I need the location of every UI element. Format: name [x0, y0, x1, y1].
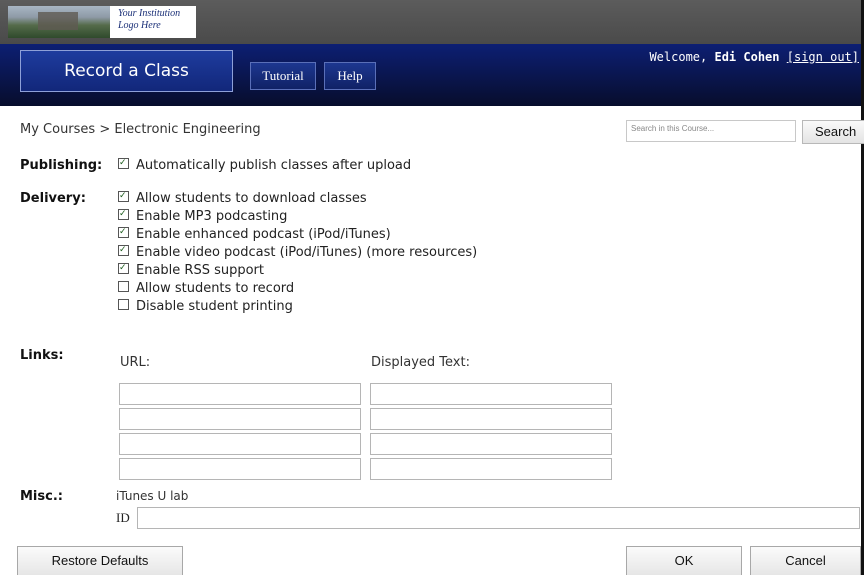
links-label: Links:	[20, 348, 64, 363]
checkbox-disable-printing[interactable]	[118, 299, 129, 310]
itunes-id-input[interactable]	[137, 507, 860, 529]
institution-logo: Your Institution Logo Here	[110, 6, 196, 38]
id-label: ID	[116, 510, 130, 525]
misc-label: Misc.:	[20, 489, 63, 504]
page-title: Record a Class	[20, 50, 233, 92]
checkbox-allow-record[interactable]	[118, 281, 129, 292]
logo-line-2: Logo Here	[118, 20, 161, 31]
link-text-input[interactable]	[370, 408, 612, 430]
checkbox-mp3-podcasting[interactable]	[118, 206, 129, 222]
search-input[interactable]: Search in this Course...	[626, 120, 796, 142]
link-text-input[interactable]	[370, 458, 612, 480]
tab-help[interactable]: Help	[324, 62, 376, 90]
checkbox-enhanced-podcast[interactable]	[118, 224, 129, 240]
checkbox-allow-download[interactable]	[118, 188, 129, 204]
option-label: Enable MP3 podcasting	[136, 209, 288, 224]
publishing-option[interactable]: Automatically publish classes after uplo…	[118, 155, 412, 174]
delivery-option[interactable]: Enable video podcast (iPod/iTunes) (more…	[118, 242, 478, 261]
link-text-input[interactable]	[370, 383, 612, 405]
delivery-option[interactable]: Allow students to record	[118, 281, 294, 297]
restore-defaults-button[interactable]: Restore Defaults	[17, 546, 183, 575]
delivery-option[interactable]: Enable enhanced podcast (iPod/iTunes)	[118, 224, 391, 243]
delivery-option[interactable]: Allow students to download classes	[118, 188, 367, 207]
option-label: Enable enhanced podcast (iPod/iTunes)	[136, 227, 391, 242]
option-label: Enable RSS support	[136, 263, 264, 278]
nav-bar: Record a Class Tutorial Help Welcome, Ed…	[0, 44, 861, 106]
top-band: Your Institution Logo Here	[0, 0, 861, 44]
link-url-input[interactable]	[119, 458, 361, 480]
publishing-label: Publishing:	[20, 158, 103, 173]
delivery-option[interactable]: Enable RSS support	[118, 260, 264, 279]
option-label: Disable student printing	[136, 299, 293, 314]
checkbox-video-podcast[interactable]	[118, 242, 129, 258]
displayed-text-column-header: Displayed Text:	[371, 355, 470, 370]
search-button[interactable]: Search	[802, 120, 864, 144]
delivery-option[interactable]: Disable student printing	[118, 299, 293, 315]
breadcrumb: My Courses > Electronic Engineering	[20, 122, 261, 137]
ok-button[interactable]: OK	[626, 546, 742, 575]
tab-tutorial[interactable]: Tutorial	[250, 62, 316, 90]
option-label: Enable video podcast (iPod/iTunes) (more…	[136, 245, 478, 260]
cancel-button[interactable]: Cancel	[750, 546, 861, 575]
delivery-label: Delivery:	[20, 191, 86, 206]
option-label: Allow students to record	[136, 281, 295, 296]
checkbox-auto-publish[interactable]	[118, 155, 129, 171]
welcome-prefix: Welcome,	[649, 50, 715, 64]
institution-photo	[8, 6, 110, 38]
link-url-input[interactable]	[119, 383, 361, 405]
delivery-option[interactable]: Enable MP3 podcasting	[118, 206, 288, 225]
welcome-message: Welcome, Edi Cohen [sign out]	[649, 50, 859, 64]
user-name: Edi Cohen	[714, 50, 780, 64]
logo-line-1: Your Institution	[118, 8, 181, 19]
link-url-input[interactable]	[119, 408, 361, 430]
option-label: Allow students to download classes	[136, 191, 367, 206]
itunes-u-label: iTunes U lab	[116, 489, 189, 503]
checkbox-rss-support[interactable]	[118, 260, 129, 276]
link-url-input[interactable]	[119, 433, 361, 455]
option-label: Automatically publish classes after uplo…	[136, 158, 412, 173]
url-column-header: URL:	[120, 355, 151, 370]
link-text-input[interactable]	[370, 433, 612, 455]
sign-out-link[interactable]: [sign out]	[787, 50, 859, 64]
